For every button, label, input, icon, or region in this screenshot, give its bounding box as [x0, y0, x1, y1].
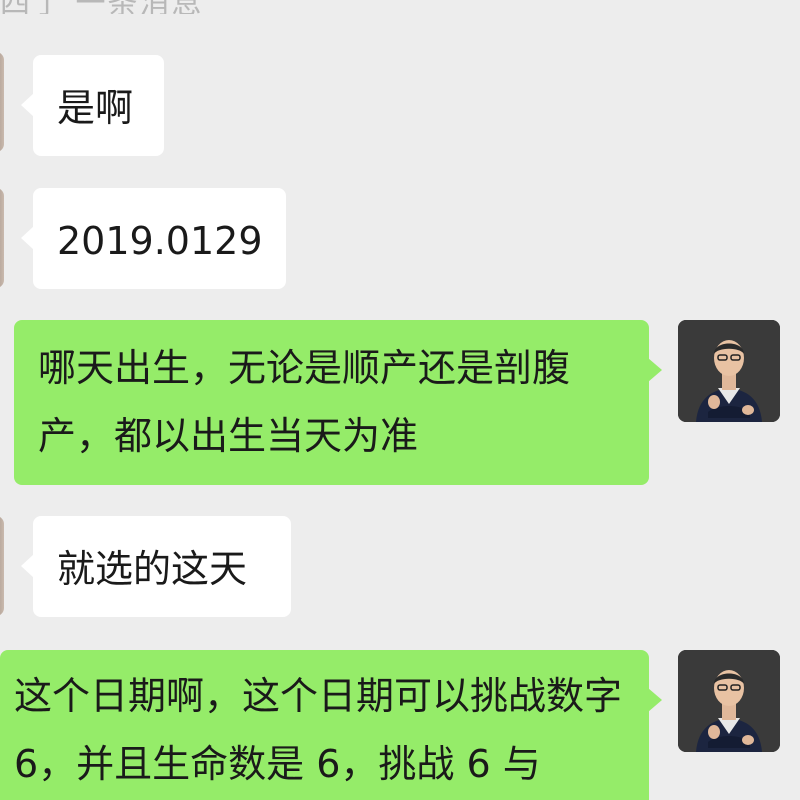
chat-view: 四了 一条消息 是啊 2019.0129 哪天出生，无论是顺产还是剖腹产，都以出…: [0, 0, 800, 800]
contact-avatar[interactable]: [0, 188, 4, 288]
message-text: 就选的这天: [57, 547, 248, 591]
incoming-message-bubble[interactable]: 就选的这天: [21, 516, 291, 617]
bubble-tail: [21, 226, 34, 250]
bubble-tail: [648, 358, 662, 382]
user-avatar[interactable]: [678, 650, 780, 752]
contact-avatar[interactable]: [0, 516, 4, 616]
message-text: 这个日期啊，这个日期可以挑战数字 6，并且生命数是 6，挑战 6 与: [14, 674, 635, 786]
bubble-tail: [21, 93, 34, 117]
previous-message-fragment: 四了 一条消息: [0, 0, 800, 14]
person-avatar-icon: [678, 650, 780, 752]
message-text: 2019.0129: [57, 219, 263, 263]
bubble-tail: [21, 554, 34, 578]
user-avatar[interactable]: [678, 320, 780, 422]
incoming-message-bubble[interactable]: 是啊: [21, 55, 164, 156]
message-text: 是啊: [57, 86, 134, 130]
incoming-message-bubble[interactable]: 2019.0129: [21, 188, 286, 289]
bubble-tail: [648, 688, 662, 712]
fragment-text: 四了 一条消息: [0, 0, 204, 14]
contact-avatar[interactable]: [0, 52, 4, 152]
person-avatar-icon: [678, 320, 780, 422]
message-text: 哪天出生，无论是顺产还是剖腹产，都以出生当天为准: [38, 346, 571, 458]
outgoing-message-bubble[interactable]: 这个日期啊，这个日期可以挑战数字 6，并且生命数是 6，挑战 6 与: [0, 650, 662, 800]
outgoing-message-bubble[interactable]: 哪天出生，无论是顺产还是剖腹产，都以出生当天为准: [14, 320, 662, 485]
